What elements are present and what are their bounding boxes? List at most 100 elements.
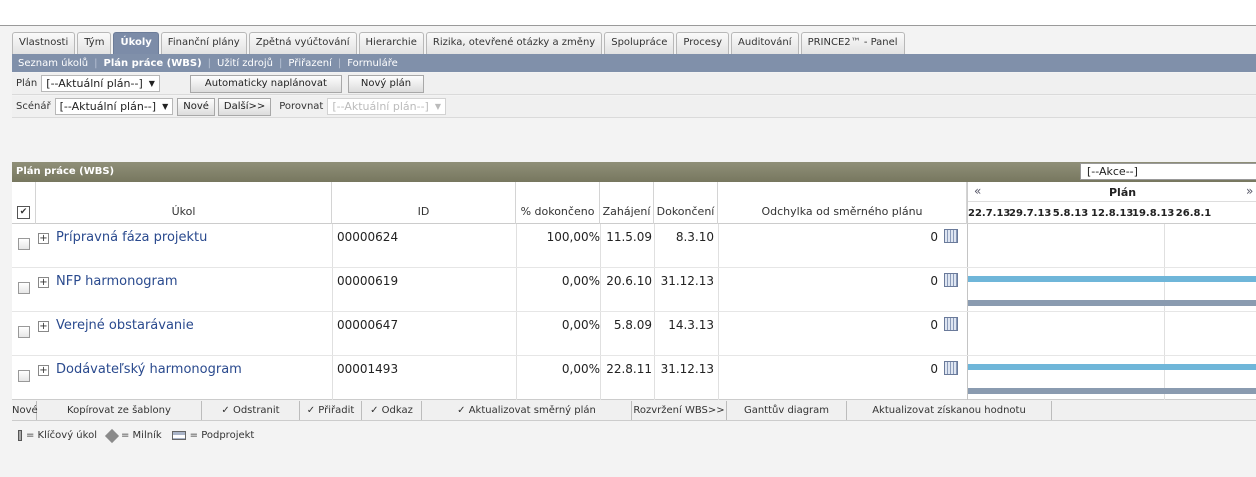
- tab-rizika[interactable]: Rizika, otevřené otázky a změny: [425, 32, 603, 54]
- gantt-bar[interactable]: [968, 364, 1256, 370]
- col-pct[interactable]: % dokončeno: [516, 182, 600, 224]
- tab-tym[interactable]: Tým: [77, 32, 112, 54]
- next-scenario-button[interactable]: Další>>: [217, 97, 272, 116]
- subnav-formulare[interactable]: Formuláře: [347, 58, 397, 69]
- task-name-link[interactable]: Prípravná fáza projektu: [56, 230, 207, 245]
- subproject-icon: [171, 431, 186, 440]
- gantt-chart-button[interactable]: Ganttův diagram: [727, 400, 847, 420]
- expand-icon[interactable]: +: [38, 277, 49, 288]
- task-end: 8.3.10: [675, 230, 714, 244]
- expand-icon[interactable]: +: [38, 321, 49, 332]
- col-start[interactable]: Zahájení: [600, 182, 654, 224]
- tab-spoluprace[interactable]: Spolupráce: [604, 32, 675, 54]
- calendar-icon[interactable]: [944, 317, 958, 331]
- scroll-left-icon[interactable]: «: [974, 184, 981, 198]
- table-row: + NFP harmonogram 00000619 0,00% 20.6.10…: [12, 268, 1256, 312]
- compare-select[interactable]: [--Aktuální plán--] ▼: [327, 98, 446, 115]
- scroll-right-icon[interactable]: »: [1246, 184, 1253, 198]
- auto-schedule-button[interactable]: Automaticky naplánovat: [189, 74, 342, 93]
- task-name-link[interactable]: Verejné obstarávanie: [56, 318, 194, 333]
- new-scenario-button[interactable]: Nové: [177, 97, 215, 116]
- gantt-date: 5.8.13: [1052, 208, 1089, 219]
- top-strip: [0, 0, 1256, 26]
- task-id: 00000619: [337, 274, 399, 288]
- task-id: 00000647: [337, 318, 399, 332]
- col-deviation[interactable]: Odchylka od směrného plánu: [718, 182, 967, 224]
- gantt-bar[interactable]: [968, 276, 1256, 282]
- calendar-icon[interactable]: [944, 273, 958, 287]
- gantt-date: 26.8.1: [1175, 208, 1212, 219]
- task-end: 14.3.13: [668, 318, 714, 332]
- wbs-layout-button[interactable]: Rozvržení WBS>>: [632, 400, 727, 420]
- task-deviation: 0: [930, 274, 938, 288]
- assign-button[interactable]: ✓ Přiřadit: [300, 400, 362, 420]
- new-button[interactable]: Nové: [12, 400, 38, 420]
- task-name-link[interactable]: NFP harmonogram: [56, 274, 178, 289]
- col-id[interactable]: ID: [332, 182, 516, 224]
- tab-prince2-panel[interactable]: PRINCE2™ - Panel: [800, 32, 905, 54]
- calendar-icon[interactable]: [944, 361, 958, 375]
- task-percent: 0,00%: [561, 274, 600, 288]
- col-task[interactable]: Úkol: [36, 182, 332, 224]
- table-row: + Dodávateľský harmonogram 00001493 0,00…: [12, 356, 1256, 400]
- tab-vlastnosti[interactable]: Vlastnosti: [12, 32, 76, 54]
- row-checkbox[interactable]: [18, 326, 30, 338]
- compare-select-value: [--Aktuální plán--]: [332, 100, 429, 113]
- select-all-icon[interactable]: ✔: [17, 206, 30, 219]
- tab-financni-plany[interactable]: Finanční plány: [160, 32, 247, 54]
- tab-zpetna-vyuctovani[interactable]: Zpětná vyúčtování: [248, 32, 357, 54]
- panel-title: Plán práce (WBS): [16, 166, 115, 177]
- link-button[interactable]: ✓ Odkaz: [362, 400, 422, 420]
- subnav-separator: |: [279, 57, 283, 69]
- scenario-select-value: [--Aktuální plán--]: [59, 100, 157, 113]
- new-plan-button[interactable]: Nový plán: [347, 74, 425, 93]
- legend-key-task: = Klíčový úkol: [26, 430, 97, 441]
- task-name-link[interactable]: Dodávateľský harmonogram: [56, 362, 242, 377]
- tab-ukoly[interactable]: Úkoly: [113, 32, 159, 54]
- sub-navigation: Seznam úkolů | Plán práce (WBS) | Užití …: [12, 54, 1256, 72]
- gantt-dates: 22.7.13 29.7.13 5.8.13 12.8.13 19.8.13 2…: [968, 203, 1256, 224]
- task-start: 5.8.09: [613, 318, 652, 332]
- gantt-baseline-bar: [968, 300, 1256, 306]
- task-end: 31.12.13: [660, 362, 714, 376]
- subnav-uziti-zdroju[interactable]: Užití zdrojů: [217, 58, 273, 69]
- action-toolbar: Nové Kopírovat ze šablony ✓ Odstranit ✓ …: [12, 400, 1256, 421]
- subnav-separator: |: [337, 57, 342, 69]
- row-checkbox[interactable]: [18, 282, 30, 294]
- gantt-baseline-bar: [968, 388, 1256, 394]
- expand-icon[interactable]: +: [38, 233, 49, 244]
- delete-button[interactable]: ✓ Odstranit: [202, 400, 300, 420]
- copy-template-button[interactable]: Kopírovat ze šablony: [37, 400, 202, 420]
- col-id-label: ID: [417, 205, 430, 218]
- task-start: 22.8.11: [606, 362, 652, 376]
- subnav-separator: |: [207, 57, 212, 69]
- update-baseline-button[interactable]: ✓ Aktualizovat směrný plán: [422, 400, 632, 420]
- task-id: 00001493: [337, 362, 399, 376]
- gantt-top: « Plán »: [968, 182, 1256, 202]
- chevron-down-icon: ▼: [434, 102, 441, 111]
- chevron-down-icon: ▼: [148, 79, 155, 88]
- tab-procesy[interactable]: Procesy: [676, 32, 730, 54]
- task-end: 31.12.13: [660, 274, 714, 288]
- table-row: + Verejné obstarávanie 00000647 0,00% 5.…: [12, 312, 1256, 356]
- col-start-label: Zahájení: [602, 205, 651, 218]
- task-start: 11.5.09: [606, 230, 652, 244]
- tab-hierarchie[interactable]: Hierarchie: [358, 32, 424, 54]
- subnav-seznam-ukolu[interactable]: Seznam úkolů: [18, 58, 88, 69]
- task-percent: 0,00%: [561, 318, 600, 332]
- subnav-plan-prace[interactable]: Plán práce (WBS): [104, 58, 202, 69]
- subnav-prirazeni[interactable]: Přiřazení: [288, 58, 332, 69]
- scenario-select[interactable]: [--Aktuální plán--] ▼: [54, 98, 174, 115]
- expand-icon[interactable]: +: [38, 365, 49, 376]
- row-checkbox[interactable]: [18, 370, 30, 382]
- task-start: 20.6.10: [606, 274, 652, 288]
- col-end[interactable]: Dokončení: [654, 182, 718, 224]
- row-checkbox[interactable]: [18, 238, 30, 250]
- plan-select[interactable]: [--Aktuální plán--] ▼: [41, 75, 160, 92]
- actions-select[interactable]: [--Akce--]: [1080, 163, 1256, 180]
- update-earned-value-button[interactable]: Aktualizovat získanou hodnotu: [847, 400, 1052, 420]
- gantt-date: 22.7.13: [968, 208, 1011, 219]
- calendar-icon[interactable]: [944, 229, 958, 243]
- chevron-down-icon: ▼: [162, 102, 169, 111]
- tab-auditovani[interactable]: Auditování: [731, 32, 799, 54]
